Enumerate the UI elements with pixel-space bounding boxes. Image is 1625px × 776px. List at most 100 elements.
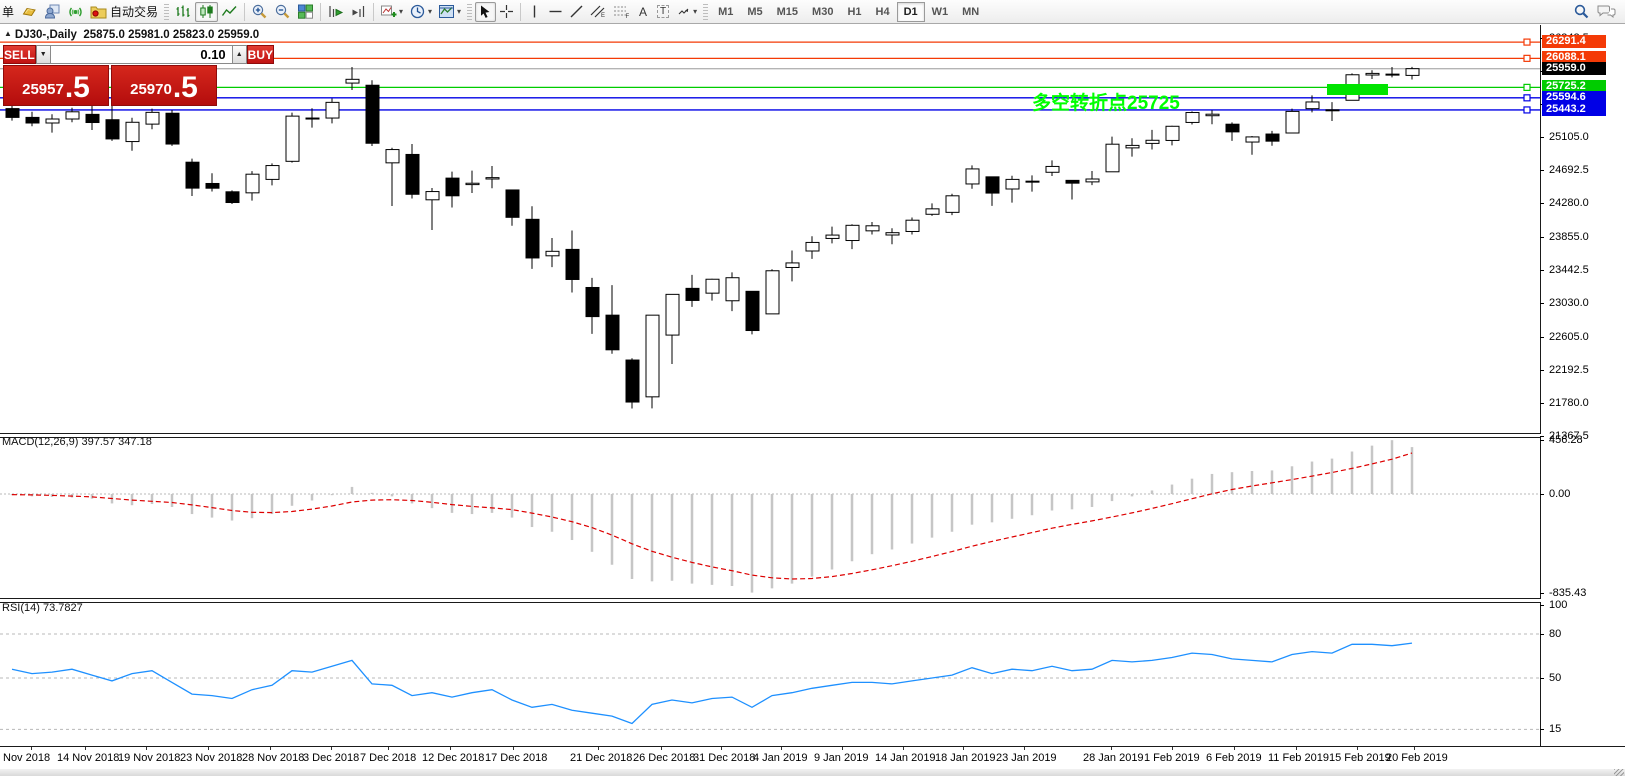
buy-price-panel[interactable]: 25970 .5 [111, 65, 217, 106]
chart-window: ▲DJ30-,Daily 25875.0 25981.0 25823.0 259… [0, 25, 1625, 770]
pane-divider-rsi[interactable] [0, 598, 1541, 603]
buy-button[interactable]: BUY [247, 45, 274, 64]
line-chart-icon[interactable] [218, 2, 241, 22]
macd-axis-label: -835.43 [1549, 587, 1586, 599]
window-bottom-edge [0, 769, 1625, 776]
volume-increase-button[interactable]: ▲ [232, 45, 247, 64]
timeframe-button-h1[interactable]: H1 [840, 2, 868, 22]
date-axis-label: 14 Jan 2019 [875, 752, 936, 764]
rsi-axis-label: 80 [1549, 628, 1561, 640]
axis-tick-mark [1540, 403, 1544, 404]
date-tick-mark [1414, 747, 1415, 750]
volume-decrease-button[interactable]: ▼ [36, 45, 51, 64]
date-tick-mark [1357, 747, 1358, 750]
date-axis[interactable]: Nov 2018 14 Nov 201819 Nov 201823 Nov 201… [0, 747, 1625, 770]
equidistant-channel-icon[interactable]: E [587, 2, 610, 22]
arrows-icon[interactable]: ▾ [673, 2, 700, 22]
level-line-handle[interactable] [1524, 84, 1530, 90]
candlestick-chart-icon[interactable] [195, 2, 218, 22]
svg-text:E: E [601, 13, 605, 19]
new-order-button[interactable]: 单 [0, 2, 18, 22]
tile-windows-icon[interactable] [294, 2, 317, 22]
level-line-handle[interactable] [1524, 55, 1530, 61]
date-axis-label: 17 Dec 2018 [485, 752, 547, 764]
toolbar-separator [373, 3, 374, 21]
date-axis-label: 23 Jan 2019 [996, 752, 1057, 764]
chart-symbol-period: DJ30-,Daily [15, 29, 77, 41]
price-axis-label: 21780.0 [1549, 397, 1589, 409]
pane-divider-macd[interactable] [0, 433, 1541, 438]
volume-input[interactable] [51, 45, 232, 64]
level-line-handle[interactable] [1524, 95, 1530, 101]
fibonacci-icon[interactable]: F [610, 2, 633, 22]
crosshair-icon[interactable] [496, 2, 517, 22]
highlight-rectangle[interactable] [1327, 84, 1388, 95]
date-tick-mark [781, 747, 782, 750]
chart-annotation: 多空转折点25725 [1032, 88, 1180, 115]
signal-icon[interactable] [64, 2, 87, 22]
date-tick-mark [903, 747, 904, 750]
indicators-icon[interactable]: ▾ [377, 2, 406, 22]
date-axis-label: 28 Jan 2019 [1083, 752, 1144, 764]
date-tick-mark [963, 747, 964, 750]
date-axis-label: 19 Nov 2018 [118, 752, 180, 764]
timeframe-button-h4[interactable]: H4 [869, 2, 897, 22]
date-axis-label: 23 Nov 2018 [180, 752, 242, 764]
vertical-line-icon[interactable] [524, 2, 545, 22]
date-tick-mark [842, 747, 843, 750]
auto-scroll-icon[interactable] [324, 2, 347, 22]
cursor-icon[interactable] [475, 2, 496, 22]
timeframe-button-mn[interactable]: MN [955, 2, 986, 22]
price-axis-label: 24280.0 [1549, 197, 1589, 209]
chat-icon[interactable] [1593, 2, 1619, 22]
level-line-handle[interactable] [1524, 39, 1530, 45]
search-icon[interactable] [1570, 2, 1593, 22]
accounts-icon[interactable] [41, 2, 64, 22]
axis-tick-mark [1540, 337, 1544, 338]
auto-trading-button[interactable]: 自动交易 [87, 2, 161, 22]
trendline-icon[interactable] [566, 2, 587, 22]
timeframe-button-m30[interactable]: M30 [805, 2, 840, 22]
chart-canvas[interactable] [0, 25, 1625, 770]
chart-shift-icon[interactable] [347, 2, 370, 22]
timeframe-button-m1[interactable]: M1 [711, 2, 740, 22]
templates-icon[interactable]: ▾ [435, 2, 464, 22]
price-axis-label: 22605.0 [1549, 331, 1589, 343]
text-label-icon[interactable]: T [653, 2, 673, 22]
zoom-in-icon[interactable] [248, 2, 271, 22]
level-line-handle[interactable] [1524, 107, 1530, 113]
text-icon[interactable]: A [633, 2, 653, 22]
rsi-axis-label: 15 [1549, 723, 1561, 735]
toolbar-grip [703, 4, 708, 20]
price-axis-label: 22192.5 [1549, 364, 1589, 376]
timeframe-button-d1[interactable]: D1 [897, 2, 925, 22]
bar-chart-icon[interactable] [172, 2, 195, 22]
date-tick-mark [513, 747, 514, 750]
price-axis-label: 24692.5 [1549, 164, 1589, 176]
collapse-trade-panel-icon[interactable]: ▲ [4, 29, 12, 38]
horizontal-line-icon[interactable] [545, 2, 566, 22]
timeframe-button-w1[interactable]: W1 [925, 2, 956, 22]
timeframe-button-m15[interactable]: M15 [770, 2, 805, 22]
date-tick-mark [1296, 747, 1297, 750]
periods-icon[interactable]: ▾ [406, 2, 435, 22]
gold-icon[interactable] [18, 2, 41, 22]
date-axis-label: Nov 2018 [3, 752, 50, 764]
timeframe-button-m5[interactable]: M5 [740, 2, 769, 22]
sell-price-panel[interactable]: 25957 .5 [3, 65, 109, 106]
date-tick-mark [85, 747, 86, 750]
zoom-out-icon[interactable] [271, 2, 294, 22]
date-tick-mark [1234, 747, 1235, 750]
date-tick-mark [388, 747, 389, 750]
new-order-label: 单 [2, 3, 14, 20]
date-axis-label: 26 Dec 2018 [633, 752, 695, 764]
date-axis-label: 14 Nov 2018 [57, 752, 119, 764]
date-tick-mark [146, 747, 147, 750]
sell-button[interactable]: SELL [3, 45, 36, 64]
axis-tick-mark [1540, 494, 1544, 495]
chart-ohlc-values: 25875.0 25981.0 25823.0 25959.0 [83, 29, 259, 41]
axis-tick-mark [1540, 137, 1544, 138]
dropdown-caret-icon: ▾ [428, 8, 432, 16]
rsi-axis-label: 100 [1549, 599, 1567, 611]
axis-tick-mark [1540, 678, 1544, 679]
